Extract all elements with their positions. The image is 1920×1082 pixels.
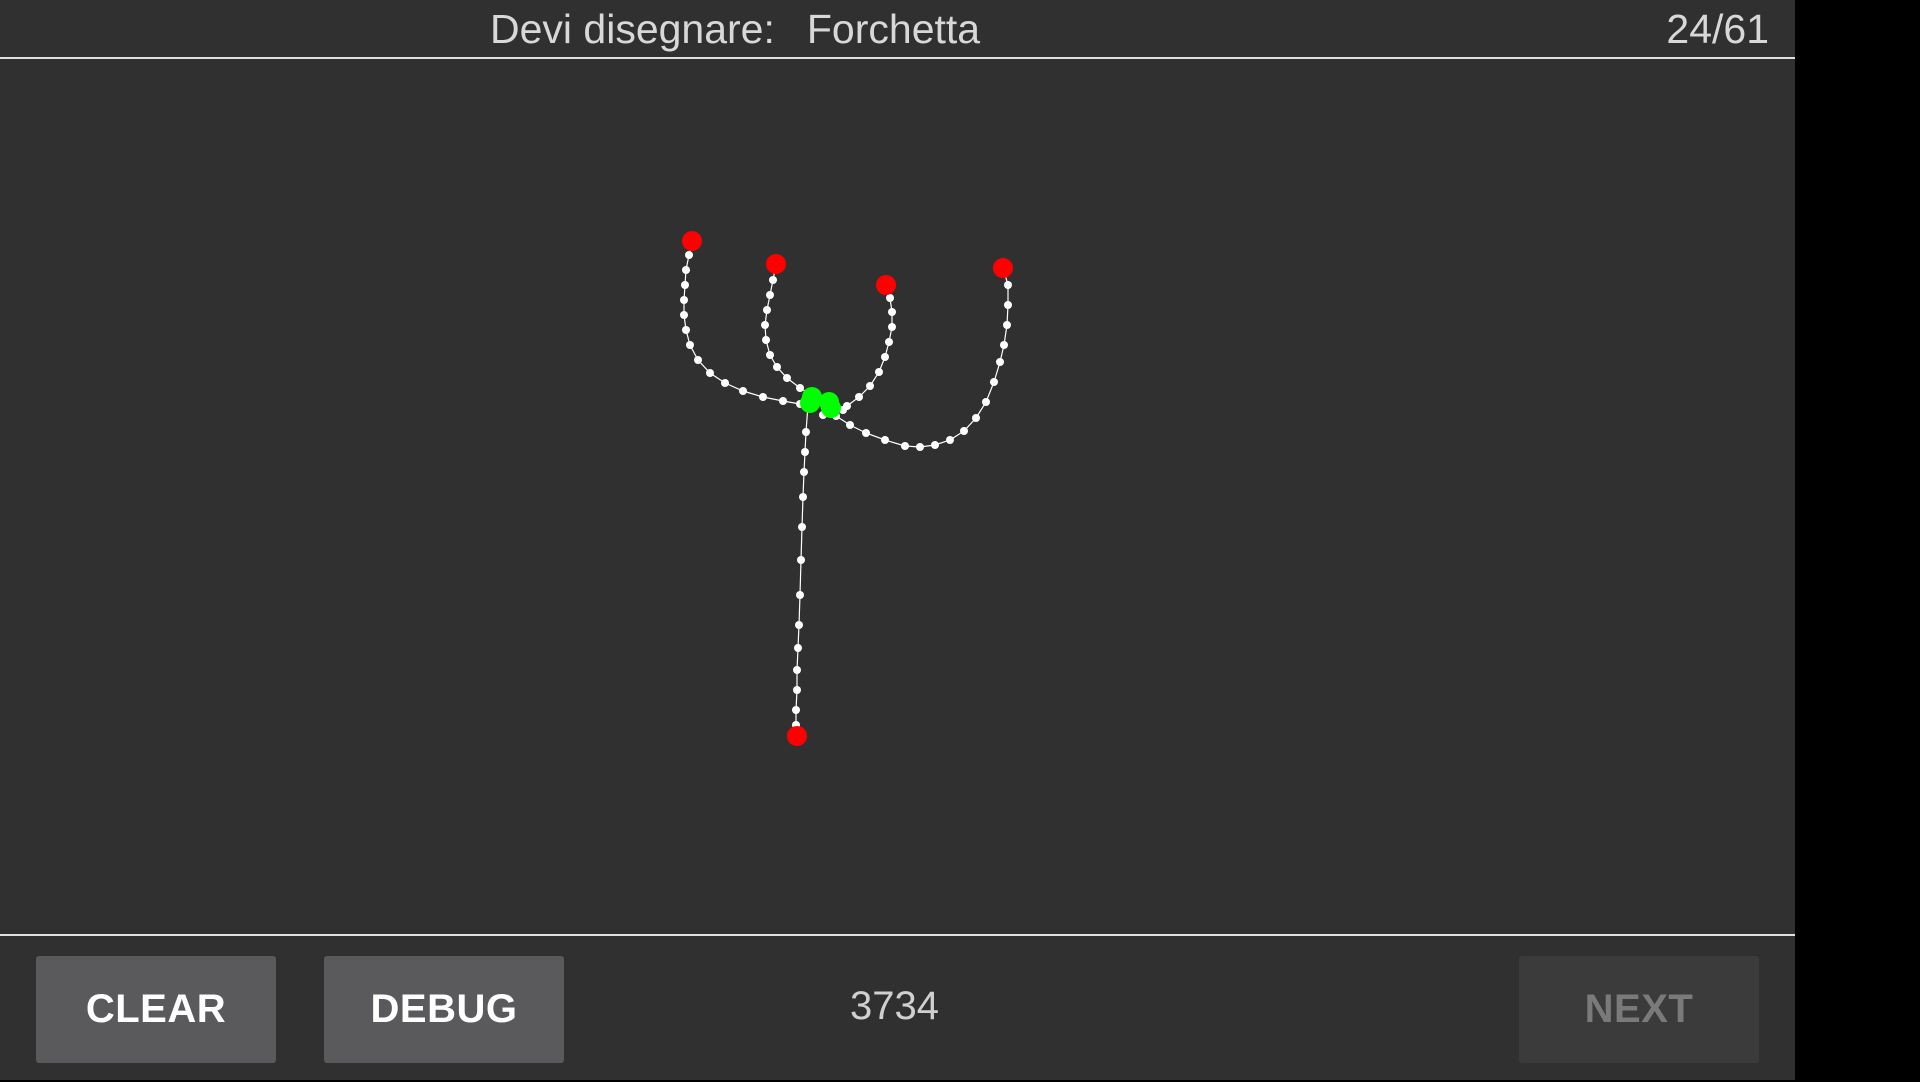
stroke-point bbox=[855, 393, 863, 401]
stroke-point bbox=[763, 306, 771, 314]
stroke-point bbox=[783, 374, 791, 382]
stroke-point bbox=[759, 393, 767, 401]
stroke-endpoint bbox=[682, 231, 702, 251]
stroke-point bbox=[686, 341, 694, 349]
clear-button[interactable]: CLEAR bbox=[36, 956, 276, 1063]
stroke-endpoint bbox=[993, 258, 1013, 278]
stroke-point bbox=[680, 296, 688, 304]
stroke-point bbox=[793, 666, 801, 674]
stroke-point bbox=[762, 336, 770, 344]
stroke-path bbox=[824, 267, 1009, 448]
stroke-point bbox=[885, 338, 893, 346]
stroke-point bbox=[769, 276, 777, 284]
stroke-point bbox=[761, 321, 769, 329]
stroke-point bbox=[866, 382, 874, 390]
stroke-point bbox=[801, 448, 809, 456]
debug-button[interactable]: DEBUG bbox=[324, 956, 564, 1063]
stroke-point bbox=[739, 387, 747, 395]
stroke-point bbox=[779, 397, 787, 405]
stroke-point bbox=[682, 326, 690, 334]
stroke-point bbox=[881, 353, 889, 361]
stroke-point bbox=[794, 644, 802, 652]
stroke-point bbox=[766, 351, 774, 359]
stroke-point bbox=[682, 266, 690, 274]
stroke-point bbox=[990, 378, 998, 386]
stroke-point bbox=[685, 251, 693, 259]
stroke-point bbox=[881, 436, 889, 444]
footer-bar: CLEAR DEBUG 3734 NEXT bbox=[0, 934, 1795, 1082]
stroke-endpoint bbox=[876, 275, 896, 295]
stroke-point bbox=[796, 384, 804, 392]
stroke-point bbox=[886, 294, 894, 302]
stroke-point bbox=[1004, 281, 1012, 289]
stroke-point bbox=[843, 402, 851, 410]
stroke-point bbox=[773, 363, 781, 371]
stroke-endpoints bbox=[682, 231, 1013, 746]
stroke-point bbox=[888, 308, 896, 316]
target-word: Forchetta bbox=[806, 6, 981, 52]
stroke-point bbox=[972, 414, 980, 422]
stroke-point bbox=[800, 468, 808, 476]
stroke-point bbox=[766, 291, 774, 299]
next-button[interactable]: NEXT bbox=[1519, 956, 1759, 1063]
junction-point bbox=[800, 393, 820, 413]
stroke-point bbox=[795, 621, 803, 629]
drawing-canvas[interactable] bbox=[0, 59, 1795, 933]
progress-counter: 24/61 bbox=[1666, 6, 1769, 52]
stroke-point bbox=[706, 369, 714, 377]
stroke-point bbox=[798, 523, 806, 531]
stroke-point bbox=[1003, 321, 1011, 329]
stroke-point bbox=[802, 428, 810, 436]
prompt-text: Devi disegnare: Forchetta bbox=[490, 6, 980, 53]
score-value: 3734 bbox=[850, 984, 939, 1028]
stroke-point bbox=[792, 706, 800, 714]
app-screen: Devi disegnare: Forchetta 24/61 CLEAR DEB… bbox=[0, 0, 1795, 1080]
stroke-point bbox=[982, 398, 990, 406]
stroke-point bbox=[799, 493, 807, 501]
stroke-point bbox=[946, 436, 954, 444]
stroke-point bbox=[875, 368, 883, 376]
stroke-point bbox=[916, 443, 924, 451]
stroke-point bbox=[846, 421, 854, 429]
stroke-point bbox=[960, 427, 968, 435]
stroke-point bbox=[796, 591, 804, 599]
stroke-point bbox=[931, 441, 939, 449]
sketch-strokes bbox=[680, 237, 1012, 740]
stroke-point bbox=[797, 556, 805, 564]
stroke-path bbox=[764, 263, 844, 411]
stroke-endpoint bbox=[766, 254, 786, 274]
stroke-point bbox=[996, 358, 1004, 366]
stroke-point bbox=[721, 379, 729, 387]
stroke-point bbox=[681, 281, 689, 289]
stroke-point bbox=[901, 442, 909, 450]
stroke-point bbox=[694, 356, 702, 364]
stroke-endpoint bbox=[787, 726, 807, 746]
header-bar: Devi disegnare: Forchetta 24/61 bbox=[0, 0, 1795, 59]
stroke-point bbox=[793, 686, 801, 694]
stroke-point bbox=[888, 323, 896, 331]
stroke-point bbox=[680, 311, 688, 319]
stroke-point bbox=[1004, 301, 1012, 309]
prompt-label: Devi disegnare: bbox=[490, 6, 775, 52]
stroke-point bbox=[862, 429, 870, 437]
junction-point bbox=[821, 398, 841, 418]
stroke-point bbox=[1000, 341, 1008, 349]
